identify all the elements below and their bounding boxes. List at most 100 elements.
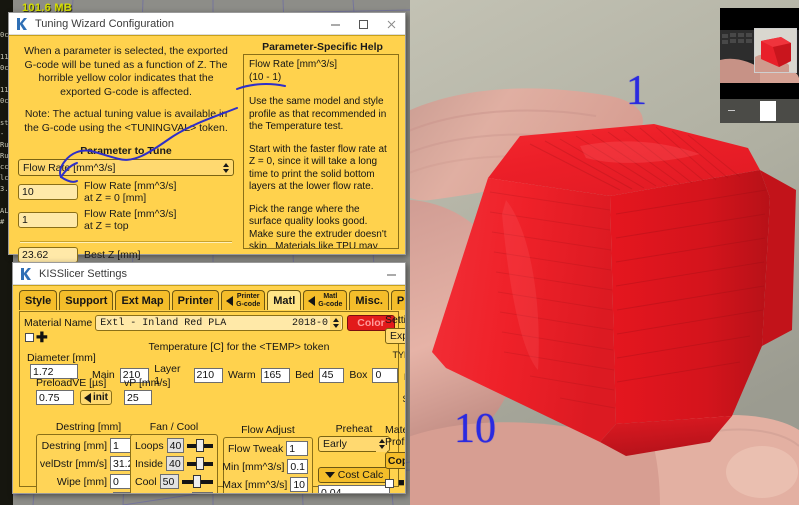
top-annotation: 1	[626, 68, 647, 114]
thumbnail-dash-icon	[728, 110, 735, 111]
flow-adjust-heading: Flow Adjust	[241, 424, 295, 436]
fan-cool-input[interactable]: 50	[159, 474, 179, 489]
tab-pro-label: PRO	[396, 294, 405, 307]
settings-level-value: Expert	[390, 330, 405, 342]
minimize-icon[interactable]	[377, 263, 405, 285]
fan-inside-slider[interactable]	[186, 457, 213, 471]
end-value-label-line1: Flow Rate [mm^3/s]	[84, 208, 177, 220]
fan-inside-input[interactable]: 40	[166, 456, 184, 471]
end-value-label-line2: at Z = top	[84, 220, 129, 232]
copy-profile-button[interactable]: Copy	[385, 452, 405, 469]
tab-ext-map[interactable]: Ext Map	[115, 290, 170, 310]
parameter-to-tune-heading: Parameter to Tune	[80, 145, 172, 157]
preheat-select[interactable]: Early	[318, 436, 390, 452]
kisslicer-icon	[15, 17, 29, 31]
kisslicer-settings-window[interactable]: KISSlicer Settings Style Support Ext Map…	[12, 262, 406, 494]
cost-value-input[interactable]: 0.04	[318, 485, 390, 493]
thumbnail-selected-frame[interactable]	[754, 28, 797, 73]
fan-loops-label: Loops	[135, 439, 164, 452]
start-value-label: Flow Rate [mm^3/s] at Z = 0 [mm]	[84, 180, 176, 204]
temperature-section: Temperature [C] for the <TEMP> token Dia…	[20, 341, 398, 387]
tab-style-label: Style	[25, 294, 52, 307]
fan-z-input[interactable]: 1.5	[191, 492, 213, 493]
preheat-section: Preheat Early Cost Calc 0.04 $ / cm^3	[318, 423, 390, 493]
settings-level-section: Settings Expert TYPE: [m Perim: Loops: S…	[385, 314, 405, 405]
tuning-wizard-titlebar[interactable]: Tuning Wizard Configuration	[9, 13, 405, 35]
photo-viewer-thumbnail[interactable]	[720, 8, 799, 123]
tab-misc[interactable]: Misc.	[349, 290, 389, 310]
settings-body: Style Support Ext Map Printer Printer G-c…	[13, 285, 405, 493]
help-panel-title: Parameter-Specific Help	[262, 41, 383, 53]
wipe-label: Wipe [mm]	[56, 475, 107, 488]
flow-max-row: Max [mm^3/s] 10	[222, 477, 308, 492]
info-line-4: Sparse	[385, 394, 405, 405]
material-name-select[interactable]: Extl - Inland Red PLA 2018-0	[95, 315, 343, 331]
tuning-wizard-window[interactable]: Tuning Wizard Configuration When a param…	[8, 12, 406, 308]
material-profile-label-2: Profile	[385, 436, 405, 448]
fix-checkbox[interactable]	[385, 478, 394, 488]
fan-loops-slider[interactable]	[187, 439, 214, 453]
parameter-to-tune-value: Flow Rate [mm^3/s]	[23, 161, 116, 174]
fan-cool-label: Cool	[135, 475, 157, 488]
chevron-updown-icon[interactable]	[330, 316, 341, 330]
close-icon[interactable]	[377, 13, 405, 35]
tab-ext-map-label: Ext Map	[121, 294, 164, 307]
start-value-label-line1: Flow Rate [mm^3/s]	[84, 180, 177, 192]
triangle-left-icon	[84, 392, 91, 403]
flow-min-input[interactable]: 0.1	[287, 459, 308, 474]
tuning-wizard-window-controls	[321, 13, 405, 35]
thumbnail-filmstrip[interactable]	[720, 99, 799, 123]
flow-max-input[interactable]: 10	[290, 477, 308, 492]
parameter-to-tune-select[interactable]: Flow Rate [mm^3/s]	[18, 159, 234, 176]
tab-printer[interactable]: Printer	[171, 290, 220, 310]
tab-matl-label: Matl	[273, 294, 296, 307]
material-name-date: 2018-0	[291, 317, 328, 329]
flow-min-label: Min [mm^3/s]	[222, 460, 285, 473]
tab-printer-gcode[interactable]: Printer G-code	[221, 290, 266, 310]
tab-style[interactable]: Style	[19, 290, 58, 310]
settings-level-select[interactable]: Expert	[385, 328, 405, 344]
minimize-icon[interactable]	[321, 13, 349, 35]
help-panel: Flow Rate [mm^3/s] (10 - 1) Use the same…	[243, 54, 399, 249]
chevron-updown-icon[interactable]	[220, 160, 231, 175]
fan-loops-input[interactable]: 40	[166, 438, 185, 453]
flow-min-row: Min [mm^3/s] 0.1	[222, 459, 308, 474]
flow-tweak-input[interactable]: 1	[286, 441, 308, 456]
screen: 0c 11 0c 11 0c st - Ru Ru cc lc 3. AL # …	[0, 0, 799, 505]
vp-input[interactable]: 25	[124, 390, 152, 405]
tab-support[interactable]: Support	[59, 290, 114, 310]
help-header-text: Flow Rate [mm^3/s] (10 - 1)	[249, 59, 338, 83]
info-line-1: Perim:	[385, 361, 406, 372]
fan-cool-row: Cool 50	[135, 474, 214, 489]
preload-input[interactable]: 0.75	[36, 390, 74, 405]
info-line-0: TYPE: [m	[392, 350, 405, 360]
fan-loops-row: Loops 40	[135, 438, 214, 453]
help-paragraph-1: Use the same model and style profile as …	[249, 96, 390, 132]
tab-matl-gcode[interactable]: Matl G-code	[303, 290, 348, 310]
flow-tweak-row: Flow Tweak 1	[228, 441, 308, 456]
vp-label: vP [mm/s]	[124, 377, 171, 389]
fan-cool-slider[interactable]	[181, 475, 214, 489]
start-value-input[interactable]: 10	[18, 184, 78, 200]
settings-titlebar[interactable]: KISSlicer Settings	[13, 263, 405, 285]
fan-inside-row: Inside 40	[135, 456, 213, 471]
cost-calc-button[interactable]: Cost Calc	[318, 467, 390, 483]
tab-support-label: Support	[65, 294, 108, 307]
tab-printer-gcode-label: Printer G-code	[236, 292, 261, 308]
settings-window-controls	[377, 263, 405, 285]
destring-row: Destring [mm] 1	[41, 438, 136, 453]
printer-icon: ■	[398, 477, 405, 489]
material-name-label: Material Name	[24, 317, 93, 329]
maximize-icon[interactable]	[349, 13, 377, 35]
settings-tabs: Style Support Ext Map Printer Printer G-c…	[13, 286, 405, 310]
tab-pro[interactable]: PRO	[390, 290, 405, 310]
start-value-label-line2: at Z = 0 [mm]	[84, 192, 147, 204]
init-button[interactable]: init	[80, 390, 112, 405]
tuning-wizard-note-text: Note: The actual tuning value is availab…	[24, 108, 228, 134]
tuning-wizard-help-column: Parameter-Specific Help Flow Rate [mm^3/…	[243, 39, 402, 251]
destring-label: Destring [mm]	[41, 439, 107, 452]
best-z-input[interactable]: 23.62	[18, 247, 78, 263]
tab-matl[interactable]: Matl	[267, 290, 302, 310]
thumbnail-current-marker	[760, 101, 776, 121]
end-value-input[interactable]: 1	[18, 212, 78, 228]
